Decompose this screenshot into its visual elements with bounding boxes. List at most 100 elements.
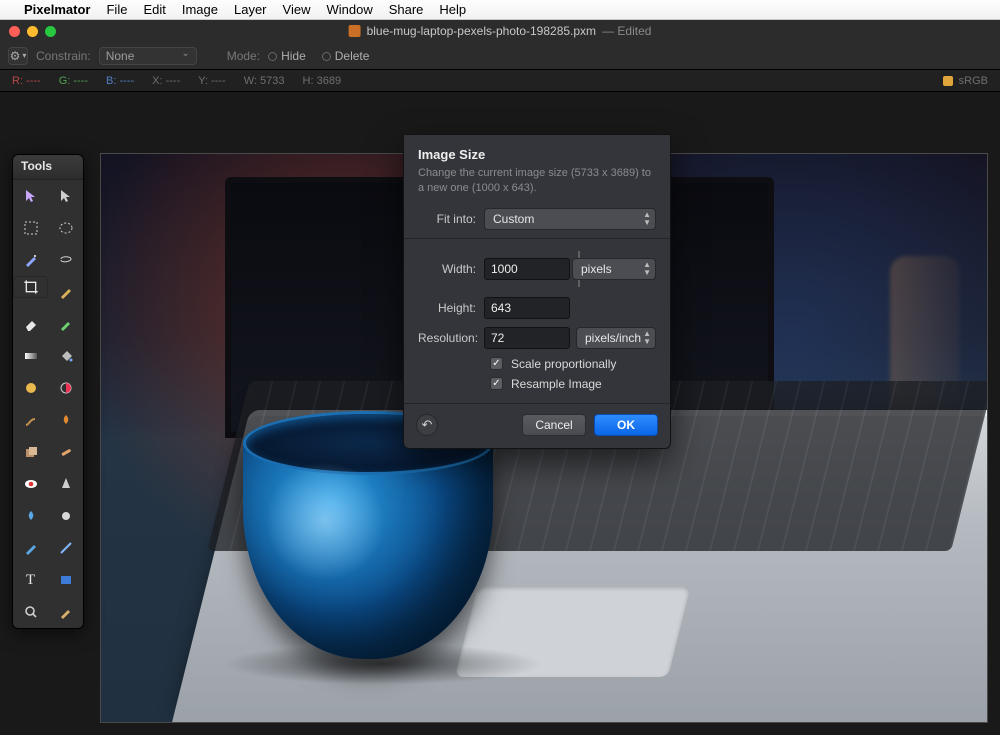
magic-wand-tool[interactable] [13,244,48,276]
wh-unit-select[interactable]: pixels ▲▼ [572,258,656,280]
fit-into-value: Custom [493,212,534,226]
ok-button[interactable]: OK [594,414,658,436]
height-input[interactable] [484,297,570,319]
stepper-icon: ▲▼ [643,261,651,277]
gradient-tool[interactable] [13,340,48,372]
sharpen-tool[interactable] [48,468,83,500]
line-tool[interactable] [48,532,83,564]
red-eye-tool[interactable] [13,468,48,500]
info-h: H: 3689 [303,75,342,87]
height-label: Height: [418,301,484,315]
mode-hide-radio[interactable]: Hide [268,49,306,63]
menu-layer[interactable]: Layer [234,2,267,17]
info-w: W: 5733 [244,75,285,87]
color-select-tool[interactable] [48,372,83,404]
burn-tool[interactable] [48,404,83,436]
app-name[interactable]: Pixelmator [24,2,90,17]
fit-into-label: Fit into: [418,212,484,226]
menu-window[interactable]: Window [326,2,372,17]
color-profile-label: sRGB [959,75,988,87]
resample-image-row: ✓ Resample Image [490,377,656,391]
resample-image-checkbox[interactable]: ✓ [490,377,503,390]
warp-tool[interactable] [13,372,48,404]
zoom-window-button[interactable] [45,26,56,37]
eyedropper-tool[interactable] [48,596,83,628]
heal-tool[interactable] [48,436,83,468]
window-titlebar: blue-mug-laptop-pexels-photo-198285.pxm … [0,20,1000,42]
minimize-window-button[interactable] [27,26,38,37]
ok-button-label: OK [617,418,635,432]
scale-proportionally-row: ✓ Scale proportionally [490,357,656,371]
clone-tool[interactable] [13,436,48,468]
cancel-button-label: Cancel [535,418,572,432]
menu-file[interactable]: File [106,2,127,17]
color-profile-indicator[interactable]: sRGB [943,75,988,87]
resolution-label: Resolution: [418,331,484,345]
info-b: B: ---- [106,75,134,87]
options-toolbar: ⚙︎▾ Constrain: None Mode: Hide Delete [0,42,1000,70]
mode-delete-label: Delete [335,49,370,63]
info-y: Y: ---- [198,75,226,87]
crop-tool[interactable] [13,276,48,298]
resolution-unit-select[interactable]: pixels/inch ▲▼ [576,327,656,349]
workspace: Tools T [0,92,1000,735]
ellipse-select-tool[interactable] [48,212,83,244]
info-x: X: ---- [152,75,180,87]
document-title: blue-mug-laptop-pexels-photo-198285.pxm [367,24,596,38]
info-g: G: ---- [59,75,88,87]
traffic-lights [9,26,56,37]
width-input[interactable] [484,258,570,280]
smudge-tool[interactable] [13,404,48,436]
width-label: Width: [418,262,484,276]
scale-proportionally-label: Scale proportionally [511,357,616,371]
menu-share[interactable]: Share [389,2,424,17]
text-tool[interactable]: T [13,564,48,596]
gear-dropdown-button[interactable]: ⚙︎▾ [8,47,28,65]
lasso-tool[interactable] [48,244,83,276]
fit-into-select[interactable]: Custom ▲▼ [484,208,656,230]
tools-panel-title: Tools [13,155,83,180]
eraser-tool[interactable] [13,308,48,340]
dialog-title: Image Size [418,147,656,162]
document-proxy-icon[interactable] [349,25,361,37]
mac-menubar: Pixelmator File Edit Image Layer View Wi… [0,0,1000,20]
info-r: R: ---- [12,75,41,87]
menu-help[interactable]: Help [439,2,466,17]
move-tool[interactable] [13,180,48,212]
bucket-tool[interactable] [48,340,83,372]
stepper-icon: ▲▼ [643,211,651,227]
resolution-unit-value: pixels/inch [585,331,641,345]
constrain-select[interactable]: None [99,47,197,65]
blur-tool[interactable] [13,500,48,532]
constrain-value: None [106,49,135,63]
shape-tool[interactable] [48,564,83,596]
slice-tool[interactable] [48,276,83,308]
info-bar: R: ---- G: ---- B: ---- X: ---- Y: ---- … [0,70,1000,92]
menu-edit[interactable]: Edit [143,2,165,17]
tools-panel[interactable]: Tools T [12,154,84,629]
pen-tool[interactable] [13,532,48,564]
mode-delete-radio[interactable]: Delete [322,49,370,63]
resolution-input[interactable] [484,327,570,349]
cancel-button[interactable]: Cancel [522,414,586,436]
wh-unit-value: pixels [581,262,612,276]
document-edited-flag: — Edited [602,24,651,38]
paintbrush-tool[interactable] [48,308,83,340]
dodge-tool[interactable] [48,500,83,532]
close-window-button[interactable] [9,26,20,37]
menu-view[interactable]: View [283,2,311,17]
menu-image[interactable]: Image [182,2,218,17]
color-profile-swatch-icon [943,76,953,86]
mode-hide-label: Hide [281,49,306,63]
revert-button[interactable]: ↶ [416,414,438,436]
constrain-label: Constrain: [36,49,91,63]
rect-select-tool[interactable] [13,212,48,244]
resample-image-label: Resample Image [511,377,602,391]
scale-proportionally-checkbox[interactable]: ✓ [490,357,503,370]
image-size-dialog: Image Size Change the current image size… [403,134,671,449]
dialog-description: Change the current image size (5733 x 36… [418,166,656,196]
mode-label: Mode: [227,49,260,63]
zoom-tool[interactable] [13,596,48,628]
pointer-tool[interactable] [48,180,83,212]
stepper-icon: ▲▼ [643,330,651,346]
